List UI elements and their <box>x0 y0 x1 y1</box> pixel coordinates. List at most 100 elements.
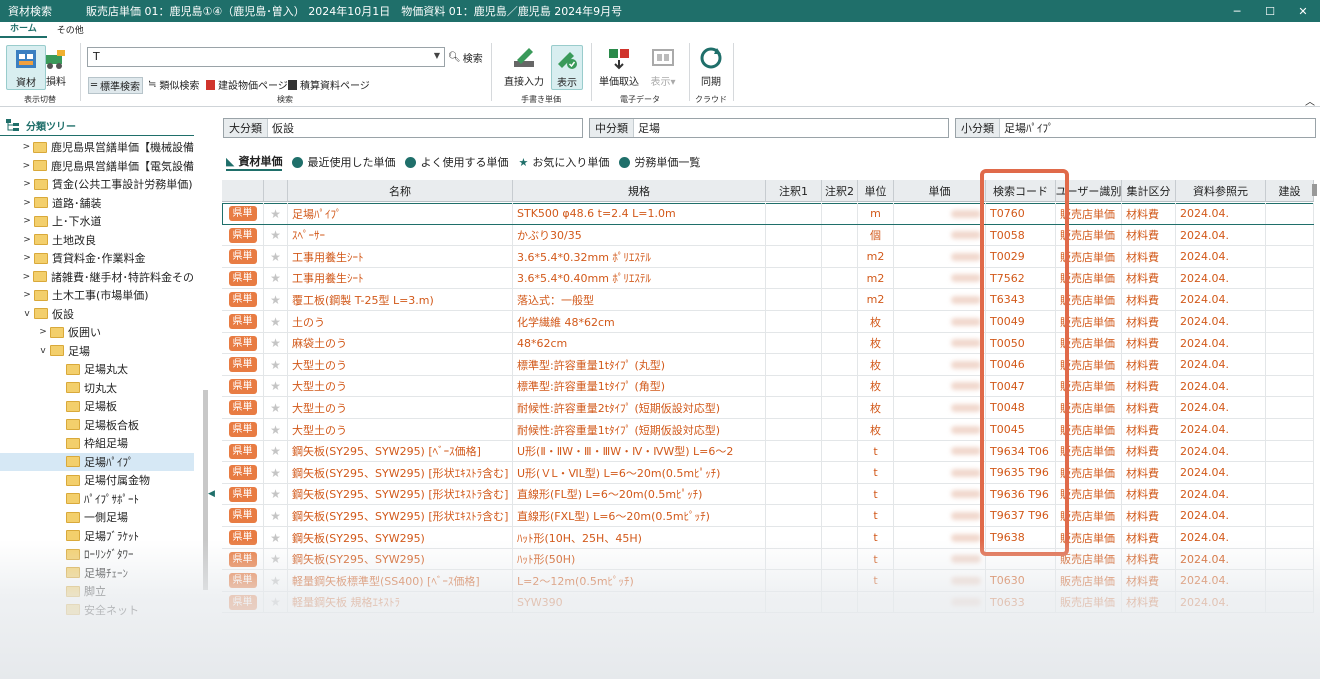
tree-item[interactable]: ﾛｰﾘﾝｸﾞﾀﾜｰ <box>0 545 194 563</box>
star-icon[interactable]: ★ <box>270 271 281 285</box>
favorite-star-icon[interactable]: ★ <box>264 440 288 462</box>
filter-small[interactable]: 小分類 足場ﾊﾟｲﾌﾟ <box>955 118 1316 138</box>
tab-labor[interactable]: 労務単価一覧 <box>619 154 700 170</box>
table-row[interactable]: 県単 ★ 土のう 化学繊維 48*62cm 枚 T0049 販売店単価 材料費 2024.04. <box>222 311 1314 333</box>
tree-item[interactable]: 安全ネット <box>0 601 194 619</box>
column-header[interactable] <box>264 180 288 202</box>
star-icon[interactable]: ★ <box>270 358 281 372</box>
star-icon[interactable]: ★ <box>270 315 281 329</box>
tree-item[interactable]: > 土地改良 <box>0 231 194 249</box>
tree-item[interactable]: 足場付属金物 <box>0 471 194 489</box>
search-button[interactable]: 🔍︎ 検索 <box>448 50 483 65</box>
table-row[interactable]: 県単 ★ 大型土のう 標準型:許容重量1tﾀｲﾌﾟ (丸型) 枚 T0046 販売店単価 材料… <box>222 354 1314 376</box>
loss-button[interactable]: 損料 <box>36 45 76 88</box>
favorite-star-icon[interactable]: ★ <box>264 483 288 505</box>
search-input[interactable]: T ▼ <box>87 47 445 67</box>
star-icon[interactable]: ★ <box>270 228 281 242</box>
table-row[interactable]: 県単 ★ 足場ﾊﾟｲﾌﾟ STK500 φ48.6 t=2.4 L=1.0m m T076… <box>222 203 1314 225</box>
tree-item[interactable]: 足場ﾊﾟｲﾌﾟ <box>0 452 194 471</box>
collapse-ribbon-icon[interactable]: ︿ <box>1305 93 1315 108</box>
table-row[interactable]: 県単 ★ 鋼矢板(SY295、SYW295) [形状ｴｷｽﾄﾗ含む] 直線形(FXL型… <box>222 505 1314 527</box>
expand-arrow-icon[interactable]: > <box>22 198 32 208</box>
minimize-button[interactable]: ─ <box>1220 0 1254 22</box>
star-icon[interactable]: ★ <box>270 336 281 350</box>
table-row[interactable]: 県単 ★ 軽量鋼矢板 規格ｴｷｽﾄﾗ SYW390 T0633 販売店単価 材料費 2024.… <box>222 591 1314 614</box>
option-standard-search[interactable]: ═ 標準検索 <box>88 77 144 94</box>
table-row[interactable]: 県単 ★ 工事用養生ｼｰﾄ 3.6*5.4*0.32mm ﾎﾟﾘｴｽﾃﾙ m2 T0029… <box>222 246 1314 268</box>
favorite-star-icon[interactable]: ★ <box>264 289 288 311</box>
favorite-star-icon[interactable]: ★ <box>264 375 288 397</box>
star-icon[interactable]: ★ <box>270 250 281 264</box>
table-row[interactable]: 県単 ★ 軽量鋼矢板標準型(SS400) [ﾍﾞｰｽ価格] L=2～12m(0.5mﾋ… <box>222 570 1314 592</box>
column-header[interactable] <box>222 180 264 202</box>
expand-arrow-icon[interactable]: > <box>22 290 32 300</box>
tab-frequent[interactable]: よく使用する単価 <box>405 154 508 170</box>
column-header[interactable]: 資料参照元 <box>1176 180 1266 202</box>
tree-item[interactable]: ﾊﾟｲﾌﾟｻﾎﾟｰﾄ <box>0 490 194 508</box>
star-icon[interactable]: ★ <box>270 595 281 609</box>
star-icon[interactable]: ★ <box>270 207 281 221</box>
tree-item[interactable]: > 諸雑費･継手材･特許料金その <box>0 268 194 286</box>
favorite-star-icon[interactable]: ★ <box>264 548 288 570</box>
star-icon[interactable]: ★ <box>270 509 281 523</box>
tree-item[interactable]: 足場丸太 <box>0 360 194 378</box>
column-header[interactable]: 建設 <box>1266 180 1314 202</box>
tree-item[interactable]: 足場板 <box>0 397 194 415</box>
expand-arrow-icon[interactable]: v <box>38 346 48 356</box>
tree-item[interactable]: v 足場 <box>0 342 194 360</box>
table-row[interactable]: 県単 ★ 鋼矢板(SY295、SYW295) [形状ｴｷｽﾄﾗ含む] 直線形(FL型)… <box>222 483 1314 506</box>
expand-arrow-icon[interactable]: > <box>22 235 32 245</box>
favorite-star-icon[interactable]: ★ <box>264 267 288 289</box>
close-button[interactable]: ✕ <box>1286 0 1320 22</box>
column-header[interactable]: 名称 <box>288 180 513 202</box>
favorite-star-icon[interactable]: ★ <box>264 354 288 376</box>
favorite-star-icon[interactable]: ★ <box>264 505 288 527</box>
favorite-star-icon[interactable]: ★ <box>264 224 288 246</box>
maximize-button[interactable]: ☐ <box>1253 0 1287 22</box>
expand-arrow-icon[interactable]: > <box>22 253 32 263</box>
option-similar-search[interactable]: ≒ 類似検索 <box>148 77 199 92</box>
tree-item[interactable]: 足場板合板 <box>0 416 194 434</box>
tree-item[interactable]: 足場ﾌﾞﾗｹｯﾄ <box>0 527 194 545</box>
tree-item[interactable]: > 道路･舗装 <box>0 194 194 212</box>
filter-mid[interactable]: 中分類 足場 <box>589 118 949 138</box>
star-icon[interactable]: ★ <box>270 379 281 393</box>
column-header[interactable]: 単位 <box>858 180 894 202</box>
expand-arrow-icon[interactable]: > <box>22 161 32 171</box>
star-icon[interactable]: ★ <box>270 487 281 501</box>
tree-item[interactable]: 枠組足場 <box>0 434 194 452</box>
sync-button[interactable]: 同期 <box>691 45 731 88</box>
table-row[interactable]: 県単 ★ 麻袋土のう 48*62cm 枚 T0050 販売店単価 材料費 2024.04. <box>222 332 1314 355</box>
table-row[interactable]: 県単 ★ 大型土のう 耐候性:許容重量2tﾀｲﾌﾟ (短期仮設対応型) 枚 T0048 販売… <box>222 397 1314 419</box>
table-row[interactable]: 県単 ★ 鋼矢板(SY295、SYW295) [形状ｴｷｽﾄﾗ含む] U形(ＶL・ⅥL… <box>222 462 1314 484</box>
favorite-star-icon[interactable]: ★ <box>264 397 288 419</box>
star-icon[interactable]: ★ <box>270 401 281 415</box>
table-row[interactable]: 県単 ★ 鋼矢板(SY295、SYW295) ﾊｯﾄ形(50H) t 販売店単価 材料費 20… <box>222 548 1314 571</box>
favorite-star-icon[interactable]: ★ <box>264 462 288 484</box>
favorite-star-icon[interactable]: ★ <box>264 419 288 440</box>
expand-arrow-icon[interactable]: v <box>22 309 32 319</box>
tree-item[interactable]: 足場ﾁｪｰﾝ <box>0 564 194 582</box>
dropdown-arrow-icon[interactable]: ▼ <box>434 51 440 60</box>
edata-show-button[interactable]: 表示▾ <box>643 45 683 88</box>
table-row[interactable]: 県単 ★ 大型土のう 標準型:許容重量1tﾀｲﾌﾟ (角型) 枚 T0047 販売店単価 材料… <box>222 375 1314 398</box>
expand-arrow-icon[interactable]: > <box>22 216 32 226</box>
table-row[interactable]: 県単 ★ 覆工板(鋼製 T-25型 L=3.m) 落込式：一般型 m2 T6343 販売店単… <box>222 289 1314 311</box>
favorite-star-icon[interactable]: ★ <box>264 332 288 354</box>
favorite-star-icon[interactable]: ★ <box>264 311 288 332</box>
manual-show-button[interactable]: 表示 <box>551 45 583 90</box>
favorite-star-icon[interactable]: ★ <box>264 591 288 613</box>
star-icon[interactable]: ★ <box>270 552 281 566</box>
tree-item[interactable]: > 上･下水道 <box>0 212 194 230</box>
grid-scrollbar[interactable] <box>1312 184 1317 196</box>
tree-item[interactable]: > 土木工事(市場単価) <box>0 286 194 304</box>
table-row[interactable]: 県単 ★ ｽﾍﾟｰｻｰ かぶり30/35 個 T0058 販売店単価 材料費 2024.04. <box>222 224 1314 247</box>
tab-recent[interactable]: 最近使用した単価 <box>292 154 395 170</box>
direct-input-button[interactable]: 直接入力 <box>501 45 547 88</box>
favorite-star-icon[interactable]: ★ <box>264 203 288 224</box>
expand-arrow-icon[interactable]: > <box>38 327 48 337</box>
tab-favorite[interactable]: ★ お気に入り単価 <box>518 154 609 170</box>
tab-material-price[interactable]: ◣ 資材単価 <box>226 153 283 171</box>
favorite-star-icon[interactable]: ★ <box>264 527 288 548</box>
star-icon[interactable]: ★ <box>270 423 281 437</box>
